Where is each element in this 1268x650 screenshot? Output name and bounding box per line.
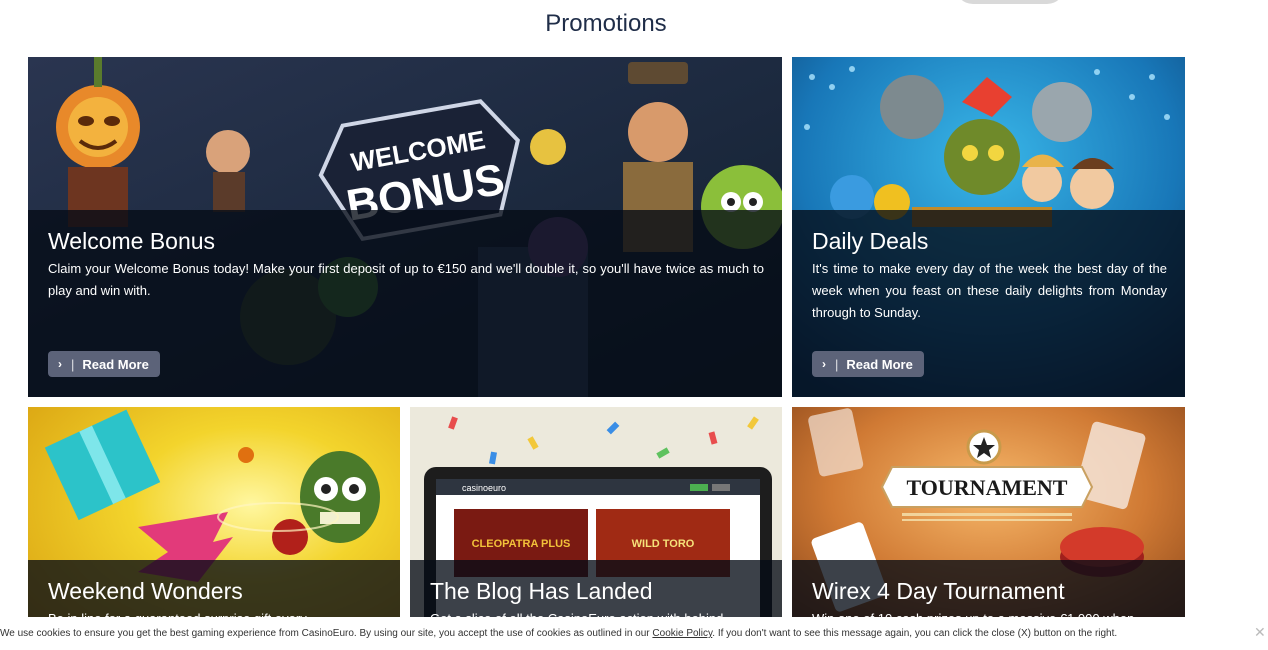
cookie-text-after: . If you don't want to see this message …	[712, 628, 1118, 639]
read-more-button[interactable]: › | Read More	[48, 351, 160, 377]
blog-screen-game-2: WILD TORO	[632, 538, 695, 550]
read-more-button[interactable]: › | Read More	[812, 351, 924, 377]
promo-card-wirex-tournament[interactable]: TOURNAMENT Wirex 4 Day Tournament Win on…	[792, 407, 1185, 650]
promo-description: It's time to make every day of the week …	[812, 261, 1167, 320]
close-icon[interactable]: ✕	[1254, 625, 1266, 639]
read-more-label: Read More	[846, 356, 913, 372]
button-separator: |	[835, 356, 839, 372]
promo-card-weekend-wonders[interactable]: Weekend Wonders Be in line for a guarant…	[28, 407, 400, 650]
cookie-message: We use cookies to ensure you get the bes…	[0, 628, 1117, 639]
blog-screen-game-1: CLEOPATRA PLUS	[472, 538, 571, 550]
chevron-right-icon: ›	[58, 357, 62, 371]
promo-card-welcome-bonus[interactable]: WELCOME BONUS Welcome Bonus Claim your W…	[28, 57, 782, 397]
page-title: Promotions	[545, 10, 667, 37]
blog-screen-brand: casinoeuro	[462, 483, 506, 493]
chevron-right-icon: ›	[822, 357, 826, 371]
promo-card-daily-deals[interactable]: Daily Deals It's time to make every day …	[792, 57, 1185, 397]
promo-description: Claim your Welcome Bonus today! Make you…	[48, 261, 764, 298]
promo-card-blog-has-landed[interactable]: casinoeuro CLEOPATRA PLUS WILD TORO The …	[410, 407, 782, 650]
promo-title: Wirex 4 Day Tournament	[812, 578, 1065, 604]
read-more-label: Read More	[82, 356, 149, 372]
promo-title: Welcome Bonus	[48, 228, 216, 254]
cookie-banner: We use cookies to ensure you get the bes…	[0, 617, 1268, 650]
promo-title: The Blog Has Landed	[430, 578, 653, 604]
cookie-text-before: We use cookies to ensure you get the bes…	[0, 628, 653, 639]
button-separator: |	[71, 356, 75, 372]
tournament-banner-text: TOURNAMENT	[907, 475, 1068, 500]
cookie-policy-link[interactable]: Cookie Policy	[652, 628, 712, 639]
top-decoration	[955, 0, 1065, 4]
promo-title: Weekend Wonders	[48, 578, 243, 604]
promo-title: Daily Deals	[812, 228, 929, 254]
